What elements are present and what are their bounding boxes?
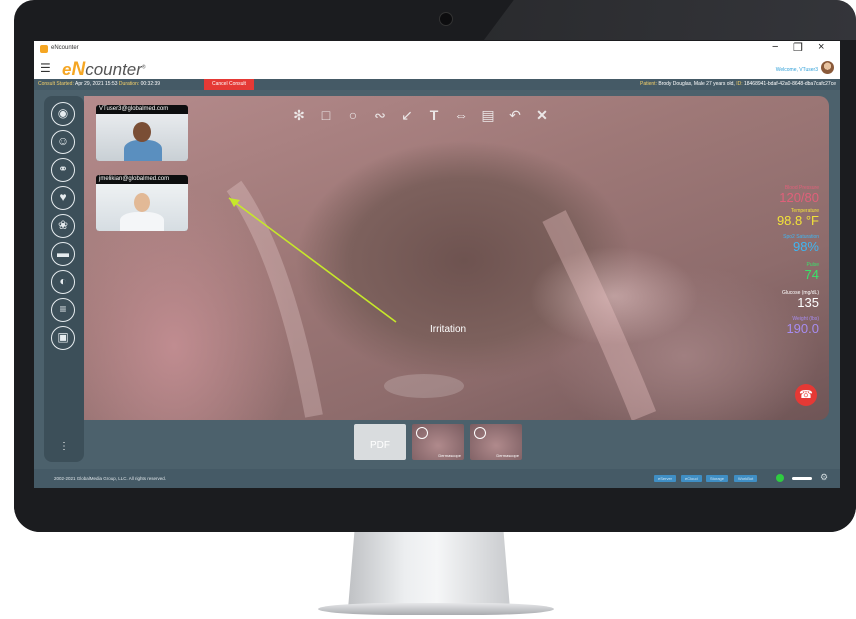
exam-video-feed[interactable]: ✻ □ ○ ∾ ↙ T ⇔ ▤ ↶ ✕ VTuser3@globalmed.co…	[84, 96, 829, 420]
text-icon[interactable]: T	[424, 105, 444, 125]
participant-email: jmelikian@globalmed.com	[96, 175, 188, 184]
vital-value-temp: 98.8 °F	[776, 213, 819, 228]
dermascope-icon	[416, 427, 428, 439]
window-titlebar: eNcounter − ❐ ×	[34, 41, 840, 57]
arrow-icon[interactable]: ↙	[397, 105, 417, 125]
more-options-icon[interactable]: ⋮	[59, 441, 69, 452]
brand-logo: eNcounter®	[62, 59, 146, 80]
dermascope-icon[interactable]: ▬	[51, 242, 75, 266]
consult-started: Consult Started: Apr 29, 2021 15:53 Dura…	[38, 81, 161, 87]
close-window-button[interactable]: ×	[818, 41, 824, 53]
stethoscope-icon[interactable]: ⚭	[51, 158, 75, 182]
toggle-switch[interactable]	[792, 477, 812, 480]
video-texture	[226, 180, 657, 420]
undo-icon[interactable]: ↶	[505, 105, 525, 125]
vital-value-spo2: 98%	[792, 239, 819, 254]
thumbnail-image[interactable]: Dermascope	[470, 424, 522, 460]
thumbnail-pdf[interactable]: PDF	[354, 424, 406, 460]
square-icon[interactable]: □	[316, 105, 336, 125]
window-title: eNcounter	[51, 45, 79, 51]
lungs-icon[interactable]: ❀	[51, 214, 75, 238]
cancel-consult-button[interactable]: Cancel Consult	[204, 79, 254, 90]
menu-icon[interactable]: ☰	[40, 62, 51, 74]
participant-video-2[interactable]: jmelikian@globalmed.com	[96, 175, 188, 231]
app-header: ☰ eNcounter® Welcome, VTuser3	[34, 57, 840, 80]
dermascope-icon	[474, 427, 486, 439]
monitor-stand-foot	[318, 603, 554, 615]
document-icon[interactable]: ▣	[51, 326, 75, 350]
end-call-button[interactable]: ☎	[795, 384, 817, 406]
thermometer-icon[interactable]: ≡	[51, 298, 75, 322]
app-footer: 2002-2021 GlobalMedia Group, LLC. All ri…	[34, 469, 840, 488]
avatar[interactable]	[821, 61, 834, 74]
screen: eNcounter − ❐ × ☰ eNcounter® Welcome, VT…	[34, 41, 840, 488]
bezel-reflection	[484, 0, 856, 40]
app-logo-icon	[40, 45, 48, 53]
status-indicator	[776, 474, 784, 482]
consult-infobar: Consult Started: Apr 29, 2021 15:53 Dura…	[34, 79, 840, 90]
participant-video-1[interactable]: VTuser3@globalmed.com	[96, 105, 188, 161]
annotation-label: Irritation	[430, 324, 467, 335]
minimize-button[interactable]: −	[772, 41, 778, 53]
ear-icon[interactable]: ◐	[51, 270, 75, 294]
restore-button[interactable]: ❐	[793, 41, 803, 54]
webcam	[439, 12, 453, 26]
circle-icon[interactable]: ○	[343, 105, 363, 125]
footer-button-workbot[interactable]: WorkBot	[734, 475, 758, 482]
welcome-text[interactable]: Welcome, VTuser3	[776, 67, 818, 73]
close-icon[interactable]: ✕	[532, 105, 552, 125]
footer-button-ecloud[interactable]: eCloud	[681, 475, 702, 482]
gear-icon[interactable]: ⚙	[820, 472, 828, 483]
vital-value-weight: 190.0	[786, 321, 819, 336]
freehand-icon[interactable]: ∾	[370, 105, 390, 125]
heart-monitor-icon[interactable]: ♥	[51, 186, 75, 210]
thumbnail-image[interactable]: Dermascope	[412, 424, 464, 460]
patient-info: Patient: Brody Douglas, Male 27 years ol…	[640, 81, 836, 87]
otoscope-icon[interactable]: ◉	[51, 102, 75, 126]
measure-icon[interactable]: ⇔	[451, 105, 471, 125]
monitor-stand-neck	[348, 531, 510, 609]
participant-email: VTuser3@globalmed.com	[96, 105, 188, 114]
vitals-panel: Blood Pressure 120/80 Temperature 98.8 °…	[749, 182, 819, 336]
vital-value-glucose: 135	[797, 295, 819, 310]
vital-value-pulse: 74	[804, 267, 819, 282]
ruler-icon[interactable]: ▤	[478, 105, 498, 125]
monitor-chin	[14, 488, 856, 532]
footer-button-eserver[interactable]: eServer	[654, 475, 677, 482]
copyright-text: 2002-2021 GlobalMedia Group, LLC. All ri…	[54, 476, 167, 481]
vital-value-bp: 120/80	[779, 190, 819, 205]
annotation-arrow	[228, 197, 397, 323]
footer-button-storage[interactable]: Storage	[706, 475, 729, 482]
person-icon[interactable]: ☺	[51, 130, 75, 154]
consult-workspace: ◉ ☺ ⚭ ♥ ❀ ▬ ◐ ≡ ▣ ⋮ ✻ □ ○ ∾ ↙ T ⇔ ▤ ↶ ✕ …	[34, 90, 840, 469]
aperture-icon[interactable]: ✻	[289, 105, 309, 125]
device-toolbar: ◉ ☺ ⚭ ♥ ❀ ▬ ◐ ≡ ▣ ⋮	[44, 96, 84, 462]
